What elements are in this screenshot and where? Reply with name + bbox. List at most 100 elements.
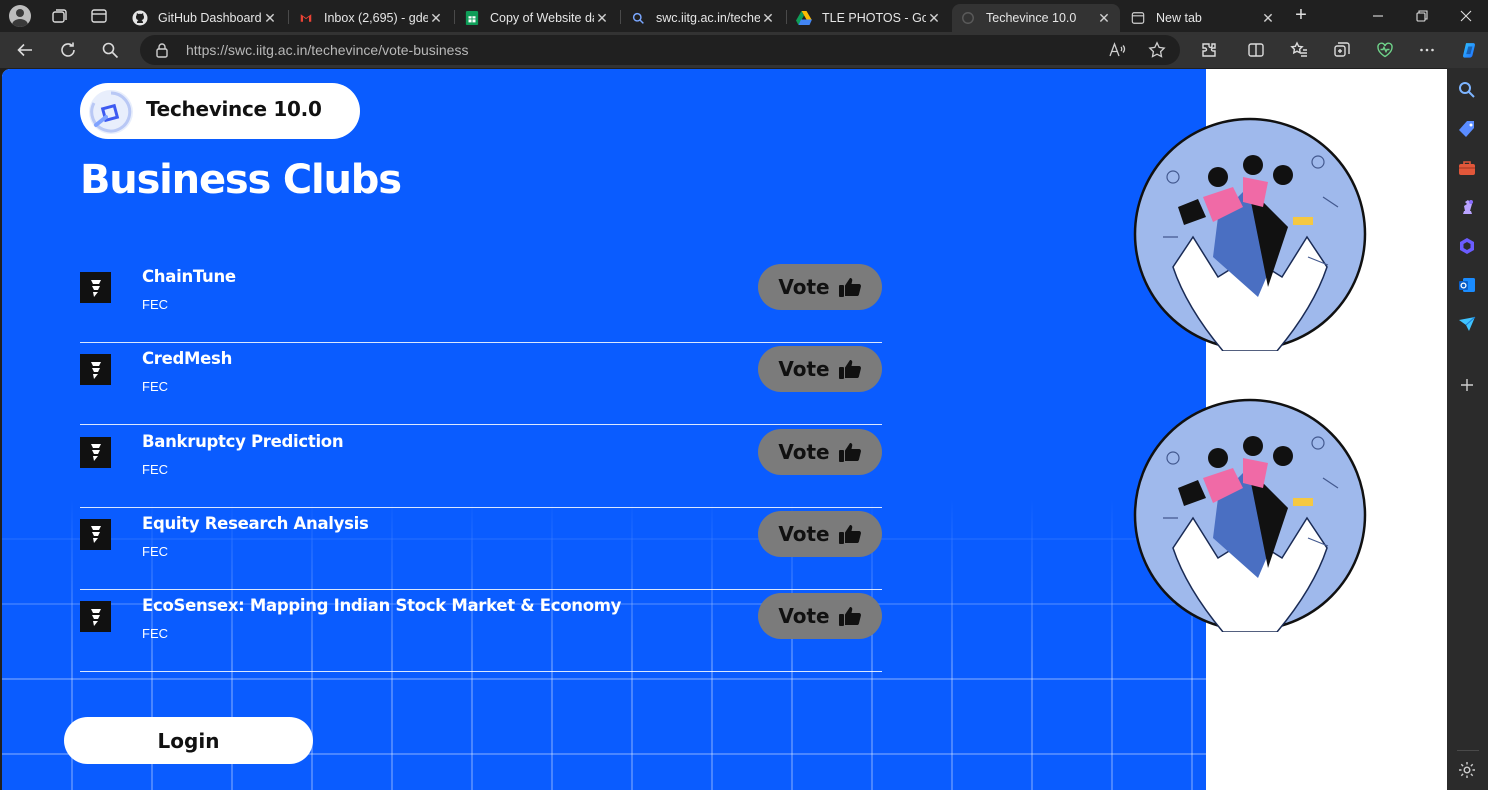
- tab-new-tab[interactable]: New tab ✕: [1122, 4, 1284, 32]
- read-aloud-icon[interactable]: [1108, 41, 1126, 59]
- tab-title: New tab: [1156, 11, 1202, 25]
- favorite-star-icon[interactable]: [1148, 41, 1166, 59]
- thumbs-up-icon: [838, 278, 861, 297]
- vote-label: Vote: [778, 604, 830, 629]
- tab-title: GitHub Dashboard: [158, 11, 262, 25]
- illustration-hands-image: [1133, 398, 1367, 632]
- copilot-apps-icon[interactable]: [1457, 236, 1477, 256]
- club-logo-icon: [80, 436, 111, 468]
- drive-icon: [796, 10, 812, 26]
- new-tab-button[interactable]: +: [1290, 5, 1312, 27]
- club-row: Bankruptcy Prediction FEC Vote: [80, 426, 882, 508]
- tab-title: Inbox (2,695) - gdev: [324, 11, 428, 25]
- club-name: ChainTune: [142, 267, 236, 286]
- back-button[interactable]: [14, 39, 36, 61]
- vote-button[interactable]: Vote: [758, 510, 882, 557]
- tab-drive[interactable]: TLE PHOTOS - Goog ✕: [788, 4, 950, 32]
- club-logo-icon: [80, 601, 111, 633]
- web-page: Techevince 10.0 Business Clubs ChainTune…: [2, 69, 1447, 790]
- vertical-tabs-icon[interactable]: [89, 6, 109, 26]
- thumbs-up-icon: [838, 442, 861, 462]
- club-row: Equity Research Analysis FEC Vote: [80, 508, 882, 590]
- vote-button[interactable]: Vote: [758, 428, 882, 475]
- club-logo-icon: [80, 354, 111, 386]
- lock-icon[interactable]: [155, 42, 169, 58]
- techevince-logo-icon: [89, 90, 133, 134]
- games-chess-icon[interactable]: [1457, 197, 1477, 217]
- club-org: FEC: [142, 626, 168, 642]
- vote-button[interactable]: Vote: [758, 264, 882, 310]
- more-options-icon[interactable]: [1416, 39, 1438, 61]
- thumbs-up-icon: [838, 524, 861, 544]
- split-screen-icon[interactable]: [1245, 39, 1267, 61]
- minimize-button[interactable]: [1356, 0, 1400, 32]
- club-logo-icon: [80, 272, 111, 303]
- tools-briefcase-icon[interactable]: [1457, 158, 1477, 178]
- extensions-icon[interactable]: [1198, 39, 1220, 61]
- browser-toolbar: https://swc.iitg.ac.in/techevince/vote-b…: [0, 32, 1488, 68]
- tab-title: Copy of Website dat: [490, 11, 594, 25]
- tab-title: Techevince 10.0: [986, 11, 1077, 25]
- github-icon: [132, 10, 148, 26]
- browser-essentials-icon[interactable]: [1374, 39, 1396, 61]
- club-row: EcoSensex: Mapping Indian Stock Market &…: [80, 590, 882, 673]
- vote-label: Vote: [778, 521, 830, 546]
- workspaces-icon[interactable]: [49, 6, 69, 26]
- add-sidebar-app-icon[interactable]: [1457, 375, 1477, 395]
- brand-pill[interactable]: Techevince 10.0: [80, 83, 360, 139]
- vote-button[interactable]: Vote: [758, 593, 882, 640]
- club-name: CredMesh: [142, 349, 233, 369]
- gmail-icon: [298, 10, 314, 26]
- tab-strip: GitHub Dashboard ✕ Inbox (2,695) - gdev …: [0, 0, 1488, 32]
- club-name: Equity Research Analysis: [142, 513, 369, 533]
- illustration-hands-image: [1133, 117, 1367, 351]
- club-org: FEC: [142, 461, 168, 477]
- sheets-icon: [464, 10, 480, 26]
- sidebar-settings-icon[interactable]: [1457, 760, 1477, 780]
- close-tab-icon[interactable]: ✕: [1096, 10, 1112, 26]
- favorites-icon[interactable]: [1288, 39, 1310, 61]
- loading-icon: [960, 10, 976, 26]
- profile-avatar[interactable]: [9, 5, 31, 27]
- club-row: CredMesh FEC Vote: [80, 343, 882, 426]
- brand-name: Techevince 10.0: [146, 97, 322, 121]
- search-icon[interactable]: [99, 39, 121, 61]
- refresh-button[interactable]: [57, 39, 79, 61]
- collections-icon[interactable]: [1331, 39, 1353, 61]
- vote-label: Vote: [778, 439, 830, 464]
- close-tab-icon[interactable]: ✕: [1260, 10, 1276, 26]
- outlook-icon[interactable]: [1457, 275, 1477, 295]
- close-tab-icon[interactable]: ✕: [594, 10, 610, 26]
- login-label: Login: [157, 728, 220, 753]
- close-tab-icon[interactable]: ✕: [926, 10, 942, 26]
- url-text: https://swc.iitg.ac.in/techevince/vote-b…: [186, 42, 469, 58]
- search-icon: [630, 10, 646, 26]
- club-row: ChainTune FEC Vote: [80, 261, 882, 343]
- restore-button[interactable]: [1400, 0, 1444, 32]
- close-tab-icon[interactable]: ✕: [262, 10, 278, 26]
- address-bar[interactable]: https://swc.iitg.ac.in/techevince/vote-b…: [140, 35, 1180, 65]
- tab-github[interactable]: GitHub Dashboard ✕: [124, 4, 286, 32]
- sidebar-search-icon[interactable]: [1457, 80, 1477, 100]
- tab-swc[interactable]: swc.iitg.ac.in/techev ✕: [622, 4, 784, 32]
- login-button[interactable]: Login: [64, 717, 313, 764]
- club-name: Bankruptcy Prediction: [142, 431, 344, 451]
- shopping-tag-icon[interactable]: [1457, 119, 1477, 139]
- thumbs-up-icon: [838, 607, 861, 627]
- tab-title: swc.iitg.ac.in/techev: [656, 11, 760, 25]
- newtab-icon: [1130, 10, 1146, 26]
- thumbs-up-icon: [838, 360, 861, 380]
- send-drop-icon[interactable]: [1457, 314, 1477, 334]
- copilot-icon[interactable]: [1456, 37, 1482, 63]
- tab-techevince[interactable]: Techevince 10.0 ✕: [952, 4, 1120, 32]
- close-tab-icon[interactable]: ✕: [428, 10, 444, 26]
- close-tab-icon[interactable]: ✕: [760, 10, 776, 26]
- close-window-button[interactable]: [1444, 0, 1488, 32]
- main-panel: Techevince 10.0 Business Clubs ChainTune…: [2, 69, 1206, 790]
- vote-button[interactable]: Vote: [758, 346, 882, 393]
- club-org: FEC: [142, 297, 168, 312]
- tab-gmail[interactable]: Inbox (2,695) - gdev ✕: [290, 4, 452, 32]
- page-title: Business Clubs: [80, 157, 402, 203]
- tab-sheets[interactable]: Copy of Website dat ✕: [456, 4, 618, 32]
- vote-label: Vote: [778, 357, 830, 382]
